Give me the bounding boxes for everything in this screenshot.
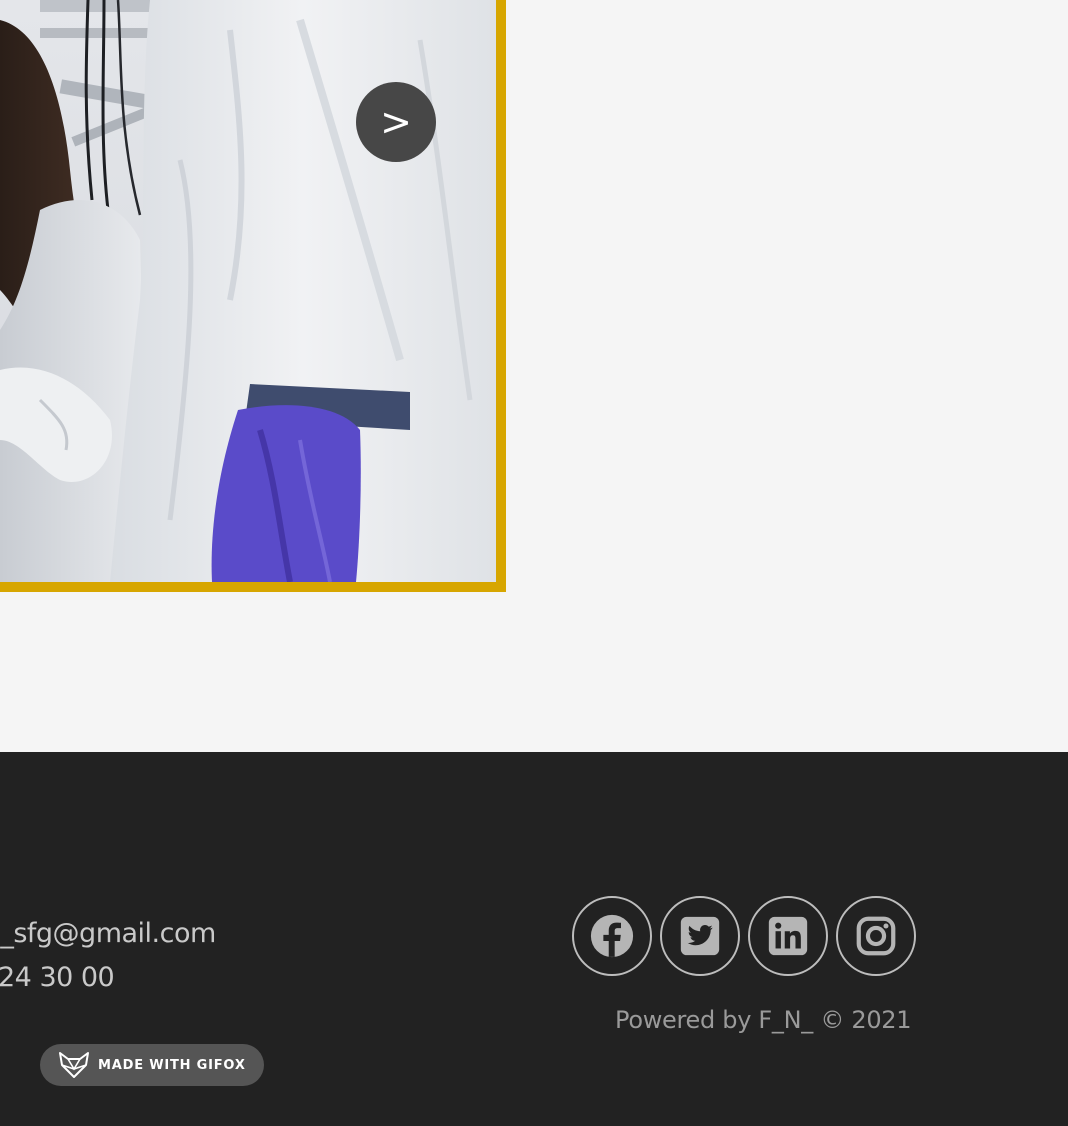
twitter-icon	[680, 916, 720, 956]
contact-email[interactable]: c_sfg@gmail.com	[0, 918, 216, 949]
gifox-label: MADE WITH GIFOX	[98, 1057, 246, 1073]
gifox-badge: MADE WITH GIFOX	[40, 1044, 264, 1086]
facebook-icon	[590, 914, 634, 958]
instagram-icon	[856, 916, 896, 956]
page: > c_sfg@gmail.com 24 30 00 MADE WITH GIF…	[0, 0, 1068, 1126]
instagram-link[interactable]	[836, 896, 916, 976]
slider-next-button[interactable]: >	[356, 82, 436, 162]
contact-phone: 24 30 00	[0, 962, 115, 993]
content-area: >	[0, 0, 1068, 752]
footer: c_sfg@gmail.com 24 30 00 MADE WITH GIFOX	[0, 752, 1068, 1126]
facebook-link[interactable]	[572, 896, 652, 976]
linkedin-link[interactable]	[748, 896, 828, 976]
powered-by-credit: Powered by F_N_ © 2021	[615, 1006, 912, 1034]
twitter-link[interactable]	[660, 896, 740, 976]
social-links	[572, 896, 916, 976]
fox-icon	[59, 1052, 89, 1078]
slider-image	[0, 0, 496, 582]
linkedin-icon	[768, 916, 808, 956]
image-slider: >	[0, 0, 506, 592]
